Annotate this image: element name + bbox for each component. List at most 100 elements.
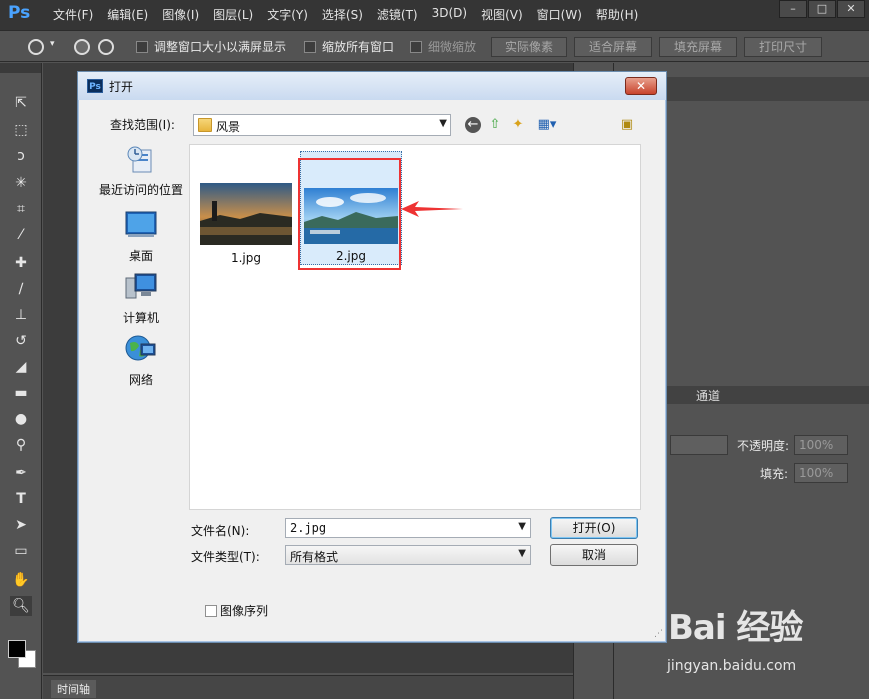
view-menu-icon[interactable]: ▦▾ xyxy=(534,117,560,133)
folder-icon xyxy=(198,118,212,132)
resize-grip-icon[interactable]: ⋰ xyxy=(654,629,663,639)
file-thumbnail xyxy=(200,183,292,245)
places-bar: 最近访问的位置 桌面 计算机 网络 xyxy=(96,144,186,582)
app-close-button[interactable]: ✕ xyxy=(837,0,865,18)
menu-type[interactable]: 文字(Y) xyxy=(260,6,315,23)
folder-star-icon[interactable]: ▣ xyxy=(619,117,635,133)
place-label: 桌面 xyxy=(128,249,153,263)
tab-channels[interactable]: 通道 xyxy=(688,386,728,405)
move-tool-icon[interactable]: ⇱ xyxy=(10,93,32,113)
fill-screen-button[interactable]: 填充屏幕 xyxy=(659,37,737,57)
toolbox: ⇱ ⬚ ↄ ✳ ⌗ ⁄ ✚ ∕ ⊥ ↺ ◢ ▬ ● ⚲ ✒ T ➤ ▭ ✋ 🔍︎ xyxy=(0,63,42,699)
chevron-down-icon: ▼ xyxy=(518,521,526,532)
new-folder-icon[interactable]: ✦ xyxy=(510,117,526,133)
menu-window[interactable]: 窗口(W) xyxy=(530,6,589,23)
file-list-view[interactable]: 1.jpg 2.jpg xyxy=(189,144,641,510)
tool-preset-chevron-icon[interactable]: ▾ xyxy=(50,39,55,49)
file-name: 1.jpg xyxy=(230,251,262,265)
menu-file[interactable]: 文件(F) xyxy=(46,6,100,23)
place-network[interactable]: 网络 xyxy=(96,334,186,388)
eyedropper-icon[interactable]: ⁄ xyxy=(10,225,32,245)
place-label: 最近访问的位置 xyxy=(98,183,183,197)
image-sequence-checkbox[interactable]: 图像序列 xyxy=(205,602,268,619)
menu-image[interactable]: 图像(I) xyxy=(155,6,206,23)
brush-tool-icon[interactable]: ∕ xyxy=(10,279,32,299)
path-selection-icon[interactable]: ➤ xyxy=(10,515,32,535)
magic-wand-icon[interactable]: ✳ xyxy=(10,173,32,193)
open-button[interactable]: 打开(O) xyxy=(550,517,638,539)
blend-mode-select[interactable] xyxy=(670,435,728,455)
up-folder-icon[interactable]: ⇧ xyxy=(487,117,503,133)
timeline-tab[interactable]: 时间轴 xyxy=(51,680,96,698)
menu-filter[interactable]: 滤镜(T) xyxy=(370,6,425,23)
network-icon xyxy=(125,335,156,361)
red-arrow-icon xyxy=(401,201,463,217)
zoom-tool-icon[interactable]: 🔍︎ xyxy=(10,596,32,616)
actual-pixels-button[interactable]: 实际像素 xyxy=(491,37,567,57)
resize-windows-checkbox[interactable]: 调整窗口大小以满屏显示 xyxy=(136,38,286,55)
crop-tool-icon[interactable]: ⌗ xyxy=(10,199,32,219)
menu-view[interactable]: 视图(V) xyxy=(474,6,530,23)
filetype-select[interactable]: 所有格式 ▼ xyxy=(285,545,531,565)
pen-tool-icon[interactable]: ✒ xyxy=(10,463,32,483)
print-size-button[interactable]: 打印尺寸 xyxy=(744,37,822,57)
place-label: 计算机 xyxy=(122,311,159,325)
opacity-field[interactable]: 100% xyxy=(794,435,848,455)
lasso-tool-icon[interactable]: ↄ xyxy=(10,146,32,166)
eraser-icon[interactable]: ◢ xyxy=(10,357,32,377)
zoom-out-icon[interactable] xyxy=(98,39,114,55)
open-dialog: Ps 打开 ✕ 查找范围(I): 风景 ▼ ← ⇧ ✦ ▦▾ ▣ 最近访问的位置 xyxy=(77,71,667,643)
menu-select[interactable]: 选择(S) xyxy=(315,6,370,23)
menu-edit[interactable]: 编辑(E) xyxy=(100,6,155,23)
healing-brush-icon[interactable]: ✚ xyxy=(10,253,32,273)
photoshop-logo: Ps xyxy=(8,3,31,23)
hand-tool-icon[interactable]: ✋ xyxy=(10,570,32,590)
window-controls: – □ ✕ xyxy=(778,0,865,18)
marquee-tool-icon[interactable]: ⬚ xyxy=(10,120,32,140)
menu-3d[interactable]: 3D(D) xyxy=(425,6,474,23)
shape-tool-icon[interactable]: ▭ xyxy=(10,541,32,561)
maximize-button[interactable]: □ xyxy=(808,0,836,18)
checkbox-box xyxy=(304,41,316,53)
place-desktop[interactable]: 桌面 xyxy=(96,210,186,264)
dialog-titlebar: Ps 打开 ✕ xyxy=(78,72,666,100)
back-icon[interactable]: ← xyxy=(465,117,481,133)
selection-highlight-box xyxy=(298,158,401,270)
filetype-value: 所有格式 xyxy=(290,550,339,564)
image-sequence-label: 图像序列 xyxy=(220,604,269,618)
menu-layer[interactable]: 图层(L) xyxy=(206,6,260,23)
minimize-button[interactable]: – xyxy=(779,0,807,18)
zoom-all-checkbox[interactable]: 缩放所有窗口 xyxy=(304,38,394,55)
timeline-panel: 时间轴 xyxy=(43,675,573,699)
zoom-tool-icon[interactable] xyxy=(28,39,44,55)
chevron-down-icon: ▼ xyxy=(439,118,447,129)
clone-stamp-icon[interactable]: ⊥ xyxy=(10,305,32,325)
filename-input[interactable]: 2.jpg ▼ xyxy=(285,518,531,538)
place-computer[interactable]: 计算机 xyxy=(96,272,186,326)
dodge-icon[interactable]: ⚲ xyxy=(10,435,32,455)
gradient-icon[interactable]: ▬ xyxy=(10,383,32,403)
type-tool-icon[interactable]: T xyxy=(10,489,32,509)
scrubby-zoom-label: 细微缩放 xyxy=(428,40,477,54)
menu-help[interactable]: 帮助(H) xyxy=(589,6,645,23)
place-label: 网络 xyxy=(128,373,153,387)
lookin-dropdown[interactable]: 风景 ▼ xyxy=(193,114,451,136)
app-titlebar: Ps 文件(F) 编辑(E) 图像(I) 图层(L) 文字(Y) 选择(S) 滤… xyxy=(0,0,869,30)
blur-icon[interactable]: ● xyxy=(10,409,32,429)
fill-field[interactable]: 100% xyxy=(794,463,848,483)
fill-label: 填充: xyxy=(760,467,789,481)
foreground-color-swatch[interactable] xyxy=(8,640,26,658)
watermark: Bai 经验 jingyan.baidu.com xyxy=(665,600,865,680)
file-item[interactable]: 1.jpg xyxy=(198,181,294,271)
watermark-logo: Bai 经验 xyxy=(668,608,803,648)
toolbox-header xyxy=(0,63,41,73)
checkbox-box xyxy=(136,41,148,53)
dialog-title: 打开 xyxy=(109,80,134,94)
history-brush-icon[interactable]: ↺ xyxy=(10,331,32,351)
cancel-button[interactable]: 取消 xyxy=(550,544,638,566)
zoom-in-icon[interactable] xyxy=(74,39,90,55)
dialog-close-button[interactable]: ✕ xyxy=(625,77,657,95)
scrubby-zoom-checkbox[interactable]: 细微缩放 xyxy=(410,38,476,55)
place-recent[interactable]: 最近访问的位置 xyxy=(96,144,186,198)
fit-screen-button[interactable]: 适合屏幕 xyxy=(574,37,652,57)
